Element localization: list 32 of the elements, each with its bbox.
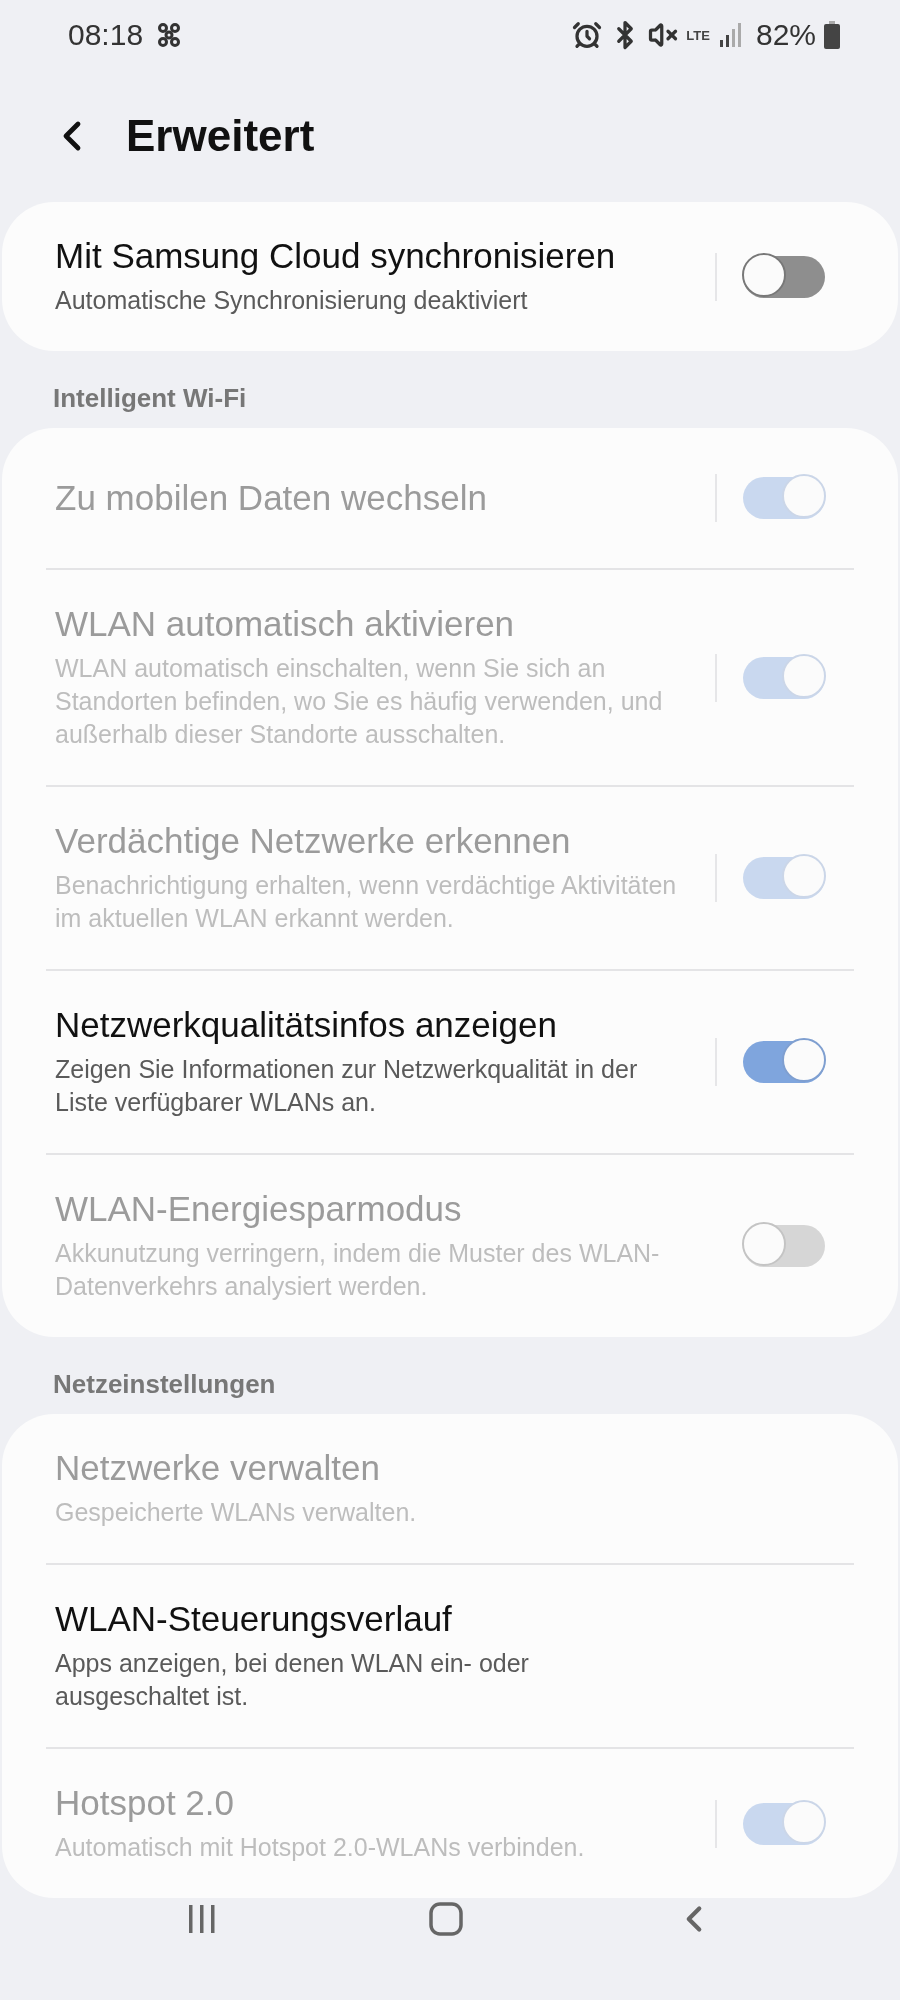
battery-icon <box>824 21 840 50</box>
item-subtitle: Benachrichtigung erhalten, wenn verdächtige Aktivitäten im aktuellen WLAN erkannt werden. <box>55 870 678 934</box>
toggle-switch[interactable] <box>743 1041 825 1083</box>
page-title: Erweitert <box>126 111 315 162</box>
item-title: Zu mobilen Daten wechseln <box>55 478 488 518</box>
item-title: WLAN-Steuerungsverlauf <box>55 1599 453 1639</box>
item-title: WLAN-Energiesparmodus <box>55 1189 463 1229</box>
signal-icon <box>717 22 744 49</box>
item-subtitle: Automatische Synchronisierung deaktiviert <box>55 285 529 316</box>
section-label: Intelligent Wi-Fi <box>52 382 248 415</box>
settings-item[interactable]: Mit Samsung Cloud synchronisieren Automatische Synchronisierung deaktiviert <box>46 202 854 351</box>
item-title: Mit Samsung Cloud synchronisieren <box>55 236 617 276</box>
settings-item[interactable]: Netzwerkqualitätsinfos anzeigen Zeigen Sie Informationen zur Netzwerkqualität in der Liste verfügbarer WLANs an. <box>46 971 854 1155</box>
battery-percent: 82% <box>755 18 816 53</box>
item-subtitle: Gespeicherte WLANs verwalten. <box>55 1497 418 1528</box>
item-subtitle: Automatisch mit Hotspot 2.0-WLANs verbinden. <box>55 1832 586 1863</box>
item-subtitle: Akkunutzung verringern, indem die Muster des WLAN-Datenverkehrs analysiert werden. <box>55 1238 661 1302</box>
item-subtitle: Apps anzeigen, bei denen WLAN ein- oder ausgeschaltet ist. <box>55 1648 530 1712</box>
item-title: Netzwerkqualitätsinfos anzeigen <box>55 1005 558 1045</box>
item-title: Netzwerke verwalten <box>55 1448 381 1488</box>
section-label: Netzeinstellungen <box>52 1368 277 1401</box>
settings-item[interactable]: WLAN-Steuerungsverlauf Apps anzeigen, bei denen WLAN ein- oder ausgeschaltet ist. <box>46 1565 854 1749</box>
status-time: 08:18 <box>68 18 144 53</box>
item-title: Verdächtige Netzwerke erkennen <box>55 821 572 861</box>
network-type: LTE <box>686 28 710 42</box>
home-button[interactable] <box>428 1901 464 1937</box>
alarm-icon <box>572 20 603 51</box>
item-title: WLAN automatisch aktivieren <box>55 604 516 644</box>
item-subtitle: WLAN automatisch einschalten, wenn Sie sich an Standorten befinden, wo Sie es häufig verwenden, und außerhalb dieser Standorte ausschalten. <box>55 653 664 750</box>
toggle-switch[interactable] <box>743 255 825 298</box>
item-subtitle: Zeigen Sie Informationen zur Netzwerkqualität in der Liste verfügbarer WLANs an. <box>55 1054 639 1118</box>
item-title: Hotspot 2.0 <box>55 1783 235 1823</box>
